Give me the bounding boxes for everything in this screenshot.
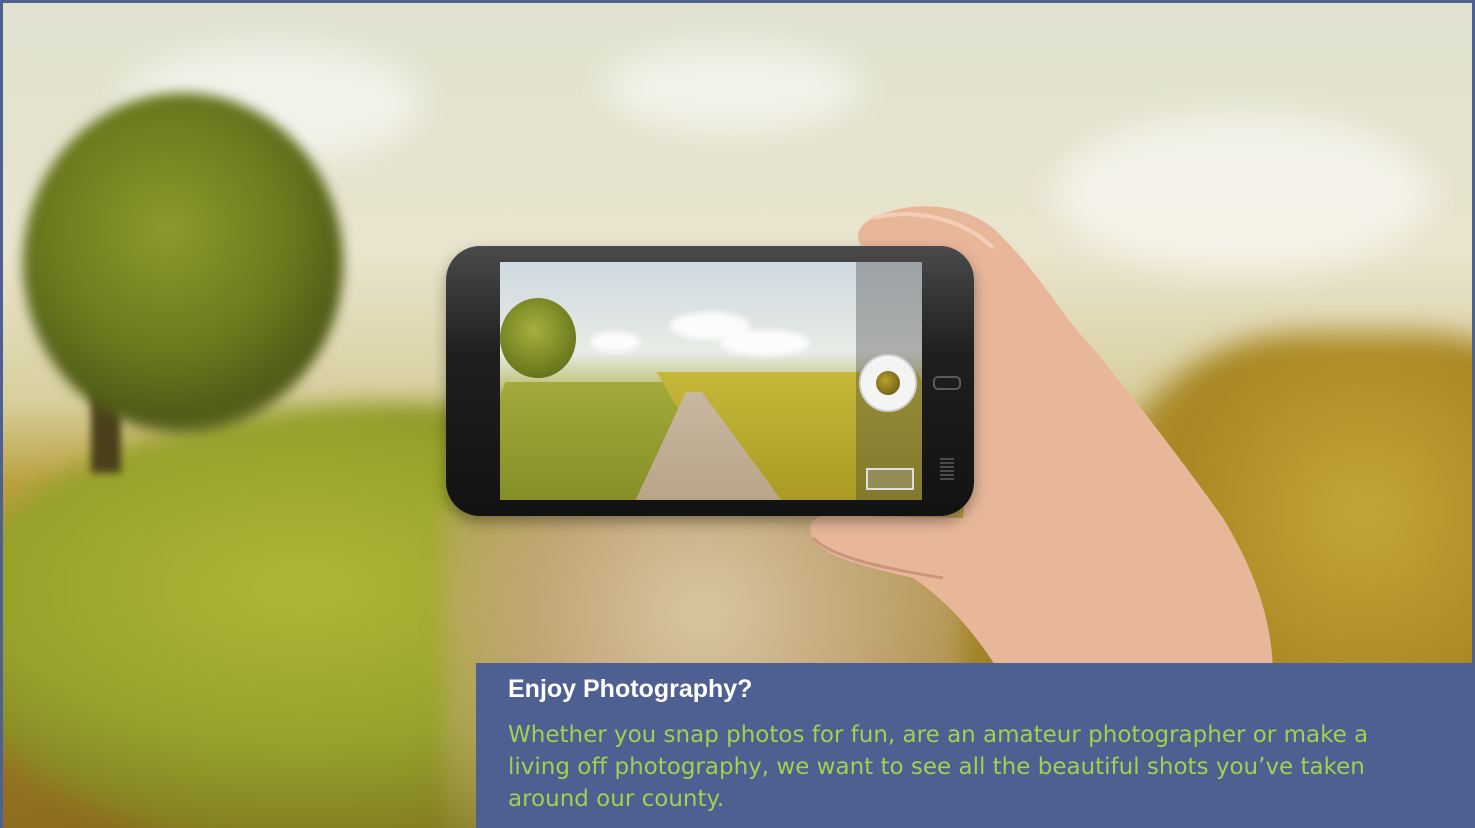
cloud [590,332,640,352]
tree [500,298,576,378]
cloud [720,330,810,356]
home-button [933,376,961,390]
caption-body: Whether you snap photos for fun, are an … [508,722,1369,812]
caption-panel: Enjoy Photography? Whether you snap phot… [476,663,1472,828]
gallery-thumbnail-icon [866,468,914,490]
blurred-tree [23,93,343,433]
caption-title: Enjoy Photography? [508,675,753,703]
smartphone [446,246,974,516]
speaker-grille [940,456,954,480]
hero-frame: Enjoy Photography? Whether you snap phot… [0,0,1475,828]
cloud [603,43,863,133]
shutter-button-icon [859,354,917,412]
aperture-icon [876,371,900,395]
